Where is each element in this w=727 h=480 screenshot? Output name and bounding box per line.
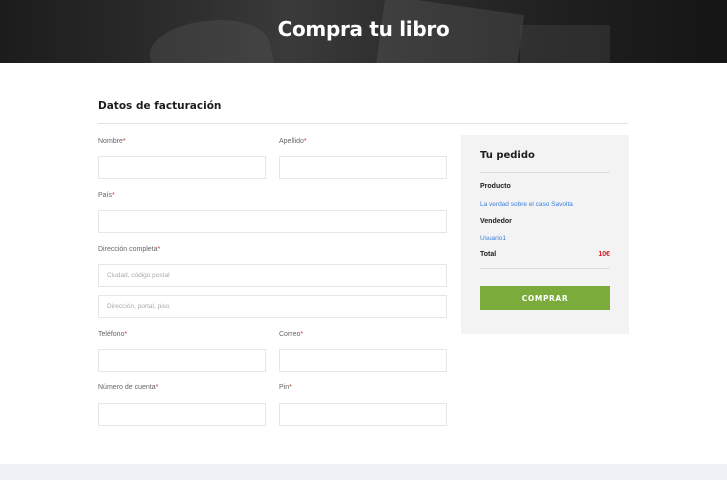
pais-input[interactable] — [98, 210, 447, 233]
product-link[interactable]: La verdad sobre el caso Savolta — [480, 201, 573, 208]
required-mark: * — [124, 331, 128, 338]
nombre-input[interactable] — [98, 156, 266, 179]
order-summary: Tu pedido Producto La verdad sobre el ca… — [461, 135, 629, 334]
required-mark: * — [300, 331, 304, 338]
total-label: Total — [480, 251, 497, 258]
direccion-ciudad-input[interactable] — [98, 264, 447, 287]
cuenta-input[interactable] — [98, 403, 266, 426]
required-mark: * — [122, 138, 126, 145]
required-mark: * — [303, 138, 307, 145]
buy-button[interactable]: COMPRAR — [480, 286, 610, 310]
apellido-input[interactable] — [279, 156, 447, 179]
correo-input[interactable] — [279, 349, 447, 372]
pin-input[interactable] — [279, 403, 447, 426]
telefono-input[interactable] — [98, 349, 266, 372]
correo-label: Correo* — [279, 331, 304, 338]
product-label: Producto — [480, 183, 511, 190]
order-title: Tu pedido — [480, 150, 535, 161]
seller-link[interactable]: Usuario1 — [480, 235, 506, 242]
hero-banner: Compra tu libro — [0, 0, 727, 63]
required-mark: * — [155, 384, 159, 391]
pais-label: País* — [98, 192, 115, 199]
footer-strip — [0, 464, 727, 480]
direccion-label: Dirección completa* — [98, 246, 161, 253]
required-mark: * — [112, 192, 115, 199]
cuenta-label: Número de cuenta* — [98, 384, 159, 391]
nombre-label: Nombre* — [98, 138, 126, 145]
direccion-calle-input[interactable] — [98, 295, 447, 318]
required-mark: * — [289, 384, 292, 391]
billing-section-title: Datos de facturación — [98, 100, 222, 112]
total-price: 10€ — [598, 251, 610, 258]
required-mark: * — [157, 246, 161, 253]
seller-label: Vendedor — [480, 218, 512, 225]
order-divider — [480, 268, 610, 269]
telefono-label: Teléfono* — [98, 331, 128, 338]
page-title: Compra tu libro — [277, 17, 450, 41]
pin-label: Pin* — [279, 384, 292, 391]
order-divider — [480, 172, 610, 173]
section-divider — [98, 123, 628, 124]
apellido-label: Apellido* — [279, 138, 307, 145]
